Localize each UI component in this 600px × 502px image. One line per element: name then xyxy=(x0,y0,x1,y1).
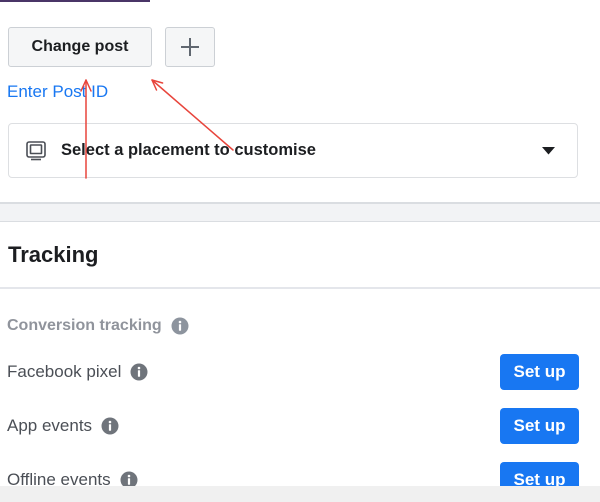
facebook-pixel-setup-button[interactable]: Set up xyxy=(500,354,579,390)
tracking-heading: Tracking xyxy=(8,242,99,267)
plus-icon xyxy=(181,38,199,56)
info-icon[interactable] xyxy=(101,417,119,435)
app-events-setup-button[interactable]: Set up xyxy=(500,408,579,444)
add-post-button[interactable] xyxy=(165,27,215,67)
caret-down-icon xyxy=(542,146,555,155)
top-edge-bar xyxy=(0,0,150,2)
info-icon[interactable] xyxy=(171,317,189,335)
app-events-row: App events xyxy=(7,414,119,438)
enter-post-id-link[interactable]: Enter Post ID xyxy=(7,82,108,102)
facebook-pixel-label: Facebook pixel xyxy=(7,362,122,381)
info-icon[interactable] xyxy=(130,363,148,381)
change-post-label: Change post xyxy=(31,38,129,55)
placement-select[interactable]: Select a placement to customise xyxy=(8,123,578,178)
facebook-pixel-row: Facebook pixel xyxy=(7,360,148,384)
bottom-scroll-strip xyxy=(0,486,600,502)
app-events-label: App events xyxy=(7,416,93,435)
section-separator xyxy=(0,202,600,222)
monitor-icon xyxy=(26,140,46,161)
ads-manager-panel: Change post Enter Post ID Select a place… xyxy=(0,0,600,502)
change-post-button[interactable]: Change post xyxy=(8,27,152,67)
conversion-tracking-row: Conversion tracking xyxy=(7,314,189,338)
conversion-tracking-label: Conversion tracking xyxy=(7,317,162,334)
placement-select-value: Select a placement to customise xyxy=(61,141,316,159)
tracking-divider xyxy=(0,287,600,289)
